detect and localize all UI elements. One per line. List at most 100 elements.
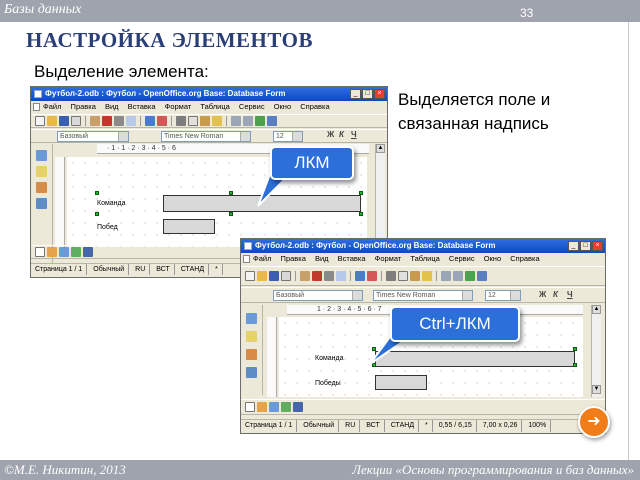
hyperlink-icon[interactable] (255, 116, 265, 126)
paragraph-style-combo[interactable]: Базовый (273, 290, 363, 301)
menu-file[interactable]: Файл (43, 102, 61, 111)
autospell-icon[interactable] (367, 271, 377, 281)
preview-icon[interactable] (336, 271, 346, 281)
open-folder-icon[interactable] (257, 271, 267, 281)
anchor-icon[interactable] (293, 402, 303, 412)
select-tool-icon[interactable] (35, 247, 45, 257)
redo-icon[interactable] (243, 116, 253, 126)
paste-icon[interactable] (410, 271, 420, 281)
email-icon[interactable] (71, 116, 81, 126)
rectangle-tool-icon[interactable] (71, 247, 81, 257)
menu-help[interactable]: Справка (300, 102, 329, 111)
undo-icon[interactable] (441, 271, 451, 281)
scroll-up-arrow[interactable]: ▲ (376, 144, 385, 153)
selection-handle[interactable] (359, 212, 363, 216)
redo-icon[interactable] (453, 271, 463, 281)
save-icon[interactable] (269, 271, 279, 281)
wins-field[interactable] (375, 375, 427, 390)
menu-table[interactable]: Таблица (410, 254, 439, 263)
italic-icon[interactable]: К (339, 130, 344, 139)
menu-edit[interactable]: Правка (71, 102, 96, 111)
select-tool-icon[interactable] (245, 402, 255, 412)
preview-icon[interactable] (126, 116, 136, 126)
menu-edit[interactable]: Правка (281, 254, 306, 263)
italic-icon[interactable]: К (553, 290, 558, 299)
format-paintbrush-icon[interactable] (422, 271, 432, 281)
scroll-down-arrow[interactable]: ▼ (592, 385, 601, 394)
menu-tools[interactable]: Сервис (239, 102, 265, 111)
bold-icon[interactable]: Ж (539, 290, 546, 299)
next-slide-button[interactable]: ➜ (578, 406, 610, 438)
close-button[interactable]: × (374, 89, 385, 99)
selection-handle[interactable] (359, 191, 363, 195)
underline-icon[interactable]: Ч (351, 130, 357, 139)
print-icon[interactable] (114, 116, 124, 126)
scroll-up-arrow[interactable]: ▲ (592, 305, 601, 314)
cut-icon[interactable] (176, 116, 186, 126)
window-2-vertical-scrollbar[interactable]: ▲ ▼ (591, 305, 601, 397)
line-tool-icon[interactable] (269, 402, 279, 412)
edit-icon[interactable] (90, 116, 100, 126)
menu-help[interactable]: Справка (510, 254, 539, 263)
menu-insert[interactable]: Вставка (338, 254, 366, 263)
paste-icon[interactable] (200, 116, 210, 126)
cut-icon[interactable] (386, 271, 396, 281)
minimize-button[interactable]: _ (350, 89, 361, 99)
menu-format[interactable]: Формат (165, 102, 192, 111)
selection-handle[interactable] (95, 212, 99, 216)
undo-icon[interactable] (231, 116, 241, 126)
hyperlink-icon[interactable] (465, 271, 475, 281)
wins-field[interactable] (163, 219, 215, 234)
menu-view[interactable]: Вид (315, 254, 329, 263)
table-icon[interactable] (267, 116, 277, 126)
textbox-tool-icon[interactable] (36, 182, 47, 193)
design-mode-icon[interactable] (257, 402, 267, 412)
team-label[interactable]: Команда (97, 200, 126, 207)
autospell-icon[interactable] (157, 116, 167, 126)
design-mode-icon[interactable] (47, 247, 57, 257)
edit-icon[interactable] (300, 271, 310, 281)
new-doc-icon[interactable] (245, 271, 255, 281)
maximize-button[interactable]: □ (580, 241, 591, 251)
font-name-combo[interactable]: Times New Roman (161, 131, 251, 142)
menu-table[interactable]: Таблица (200, 102, 229, 111)
rectangle-tool-icon[interactable] (281, 402, 291, 412)
wins-label[interactable]: Победы (315, 380, 341, 387)
selection-handle[interactable] (229, 191, 233, 195)
print-icon[interactable] (324, 271, 334, 281)
menu-tools[interactable]: Сервис (449, 254, 475, 263)
copy-icon[interactable] (398, 271, 408, 281)
save-icon[interactable] (59, 116, 69, 126)
maximize-button[interactable]: □ (362, 89, 373, 99)
navigator-tool-icon[interactable] (246, 367, 257, 378)
minimize-button[interactable]: _ (568, 241, 579, 251)
checkbox-tool-icon[interactable] (246, 331, 257, 342)
wins-label[interactable]: Побед (97, 224, 118, 231)
email-icon[interactable] (281, 271, 291, 281)
spellcheck-icon[interactable] (355, 271, 365, 281)
new-doc-icon[interactable] (35, 116, 45, 126)
selection-handle[interactable] (573, 363, 577, 367)
pdf-icon[interactable] (102, 116, 112, 126)
menu-view[interactable]: Вид (105, 102, 119, 111)
pdf-icon[interactable] (312, 271, 322, 281)
selection-handle[interactable] (95, 191, 99, 195)
line-tool-icon[interactable] (59, 247, 69, 257)
checkbox-tool-icon[interactable] (36, 166, 47, 177)
navigator-tool-icon[interactable] (36, 198, 47, 209)
selection-handle[interactable] (229, 212, 233, 216)
status-zoom[interactable]: 100% (524, 420, 552, 432)
form-design-icon[interactable] (36, 150, 47, 161)
menu-insert[interactable]: Вставка (128, 102, 156, 111)
team-label[interactable]: Команда (315, 355, 344, 362)
menu-window[interactable]: Окно (484, 254, 501, 263)
menu-file[interactable]: Файл (253, 254, 271, 263)
menu-format[interactable]: Формат (375, 254, 402, 263)
format-paintbrush-icon[interactable] (212, 116, 222, 126)
copy-icon[interactable] (188, 116, 198, 126)
menu-window[interactable]: Окно (274, 102, 291, 111)
font-name-combo[interactable]: Times New Roman (373, 290, 473, 301)
textbox-tool-icon[interactable] (246, 349, 257, 360)
close-button[interactable]: × (592, 241, 603, 251)
selection-handle[interactable] (573, 347, 577, 351)
